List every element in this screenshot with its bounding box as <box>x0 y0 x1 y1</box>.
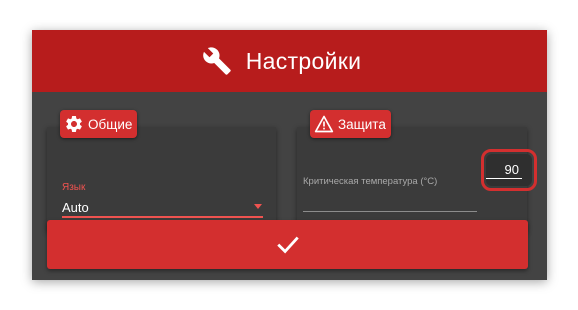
dialog-title: Настройки <box>245 47 362 74</box>
warning-icon <box>314 115 334 133</box>
language-select-underline <box>62 216 263 218</box>
security-chip-label: Защита <box>338 116 386 132</box>
settings-dialog: Настройки Язык Auto Критическая температ… <box>32 30 547 280</box>
general-section-chip: Общие <box>60 110 138 138</box>
language-select-value[interactable]: Auto <box>62 200 89 215</box>
security-section-chip: Защита <box>310 110 391 138</box>
general-settings-card: Язык Auto <box>47 127 276 231</box>
critical-temperature-label: Критическая температура (°C) <box>303 176 438 187</box>
confirm-button[interactable] <box>47 220 528 269</box>
general-chip-label: Общие <box>88 116 133 132</box>
language-label: Язык <box>62 182 86 193</box>
critical-temperature-value[interactable]: 90 <box>486 162 519 177</box>
temperature-field-underline <box>303 211 477 212</box>
chevron-down-icon[interactable] <box>254 204 262 209</box>
checkmark-icon <box>276 236 299 253</box>
wrench-icon <box>202 47 231 75</box>
dialog-header: Настройки <box>32 30 547 92</box>
temperature-input-underline <box>486 178 522 179</box>
gear-icon <box>66 115 82 132</box>
